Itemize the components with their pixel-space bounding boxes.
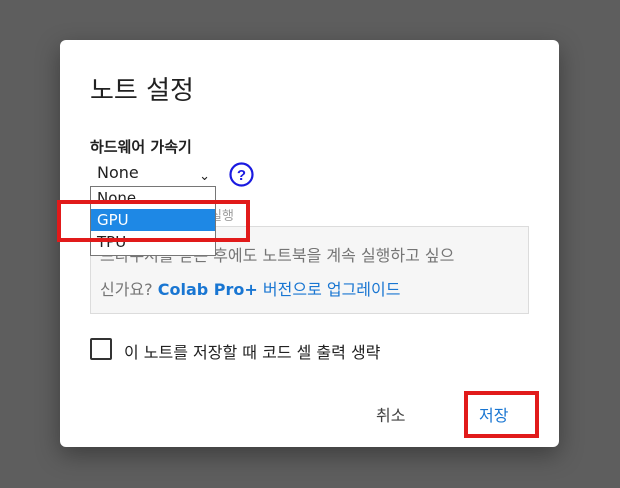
svg-text:?: ? [237,167,246,184]
gpu-highlight-box [57,200,250,242]
colab-pro-plus-text[interactable]: Colab Pro+ [158,280,258,299]
upgrade-link[interactable]: 버전으로 업그레이드 [263,280,401,299]
help-icon[interactable]: ? [229,162,254,187]
omit-output-checkbox[interactable] [90,338,112,360]
save-highlight-box [464,391,539,438]
info-question: 신가요? [100,280,153,299]
cancel-button[interactable]: 취소 [376,402,405,426]
accelerator-select[interactable]: None ⌄ [90,160,216,186]
accelerator-select-value: None [97,163,139,182]
hardware-accelerator-label: 하드웨어 가속기 [90,138,192,156]
info-text-line2: 신가요? Colab Pro+ 버전으로 업그레이드 [100,276,400,300]
dialog-title: 노트 설정 [90,76,194,106]
omit-output-label: 이 노트를 저장할 때 코드 셀 출력 생략 [124,343,381,362]
